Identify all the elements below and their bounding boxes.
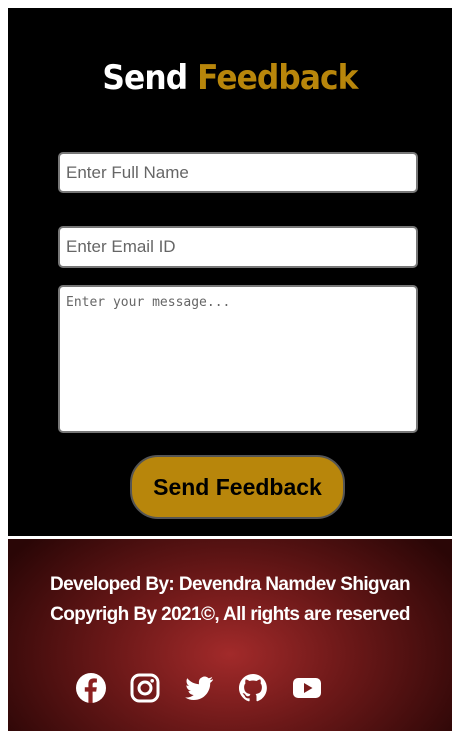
developer-credit: Developed By: Devendra Namdev Shigvan (49, 574, 411, 595)
feedback-page: Send Feedback Send Feedback Developed By… (8, 8, 452, 731)
github-icon (238, 674, 267, 702)
title-word-feedback: Feedback (197, 58, 358, 98)
footer: Developed By: Devendra Namdev Shigvan Co… (8, 539, 452, 731)
social-links (75, 668, 345, 708)
message-textarea[interactable] (58, 285, 418, 433)
facebook-link[interactable] (75, 668, 129, 708)
youtube-link[interactable] (291, 668, 345, 708)
twitter-icon (185, 676, 213, 700)
full-name-input[interactable] (58, 152, 418, 193)
email-input[interactable] (58, 226, 418, 268)
facebook-icon (76, 673, 106, 703)
instagram-link[interactable] (129, 668, 183, 708)
send-feedback-button[interactable]: Send Feedback (130, 455, 345, 519)
title-word-send: Send (102, 58, 188, 98)
instagram-icon (130, 673, 160, 703)
twitter-link[interactable] (183, 668, 237, 708)
youtube-icon (293, 678, 321, 698)
copyright-text: Copyrigh By 2021©, All rights are reserv… (50, 604, 410, 625)
github-link[interactable] (237, 668, 291, 708)
page-title: Send Feedback (26, 58, 434, 98)
